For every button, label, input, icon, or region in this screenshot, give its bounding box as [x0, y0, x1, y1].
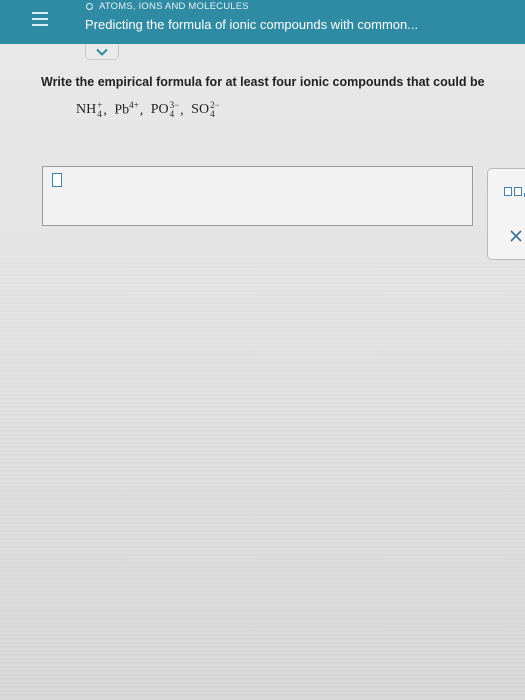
expand-toggle-button[interactable]	[85, 44, 119, 60]
ion-subscript: 4	[169, 109, 175, 120]
topic-label: ATOMS, IONS AND MOLECULES	[86, 0, 249, 12]
answer-input[interactable]	[42, 166, 473, 226]
ion-lead: Pb4+	[114, 100, 138, 119]
question-prompt: Write the empirical formula for at least…	[41, 75, 485, 89]
hamburger-menu-icon	[32, 10, 48, 28]
ion-subscript: 4	[97, 109, 102, 120]
ion-sulfate: SO 2− 4	[191, 101, 219, 119]
ion-scripts: 3− 4	[170, 101, 180, 119]
chevron-down-icon	[96, 48, 108, 56]
separator: ,	[139, 102, 144, 118]
ion-base: NH	[76, 102, 97, 118]
ion-charge: 4+	[129, 100, 139, 110]
subscript-superscript-boxes-icon[interactable]	[504, 187, 525, 197]
separator: ,	[103, 102, 107, 118]
menu-button[interactable]	[0, 0, 80, 44]
ion-subscript: 4	[210, 109, 215, 120]
ion-phosphate: PO 3− 4	[151, 101, 179, 119]
close-icon[interactable]	[509, 229, 523, 243]
page-title: Predicting the formula of ionic compound…	[85, 17, 419, 32]
ion-list: NH +4, Pb4+, PO 3− 4, SO 2− 4	[76, 100, 220, 119]
ion-base: SO	[191, 102, 210, 118]
ion-scripts: 2− 4	[210, 101, 220, 119]
ion-base: Pb	[114, 102, 130, 118]
tool-panel	[487, 168, 525, 260]
background-shade	[0, 260, 525, 700]
circle-icon	[86, 2, 93, 10]
ion-scripts: +4	[97, 101, 102, 119]
separator: ,	[180, 102, 184, 118]
top-bar: ATOMS, IONS AND MOLECULES Predicting the…	[0, 0, 525, 44]
ion-ammonium: NH +4	[76, 101, 102, 119]
ion-base: PO	[150, 102, 169, 118]
cursor-placeholder-box[interactable]	[52, 173, 62, 187]
topic-text: ATOMS, IONS AND MOLECULES	[99, 0, 249, 12]
